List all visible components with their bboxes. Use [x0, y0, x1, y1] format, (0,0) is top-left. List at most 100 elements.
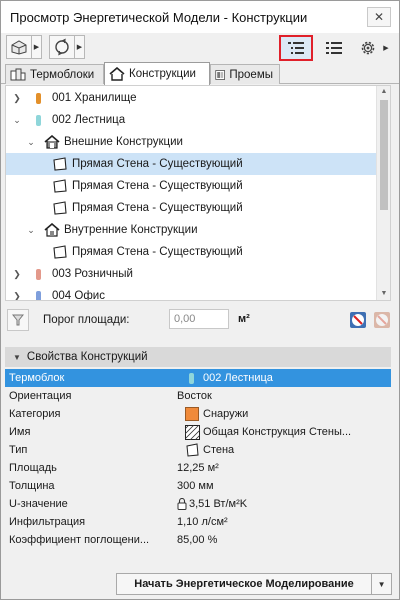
start-energy-simulation-button[interactable]: Начать Энергетическое Моделирование ▼ [116, 573, 392, 595]
tree-item-003[interactable]: ❯ 003 Розничный [6, 263, 376, 285]
properties-section-header[interactable]: ▼ Свойства Конструкций [5, 347, 391, 367]
tab-openings-label: Проемы [229, 68, 273, 81]
property-name: Категория [9, 408, 61, 420]
tab-constructions-label: Конструкции [129, 68, 196, 80]
property-value: 002 Лестница [203, 372, 273, 384]
tree-item-wall-selected[interactable]: Прямая Стена - Существующий [6, 153, 376, 175]
scroll-down-arrow[interactable]: ▼ [377, 288, 390, 300]
window-title: Просмотр Энергетической Модели - Констру… [10, 9, 308, 25]
start-energy-simulation-label: Начать Энергетическое Моделирование [134, 578, 354, 590]
property-name: Площадь [9, 462, 57, 474]
refresh-icon [55, 38, 69, 56]
property-row-category[interactable]: Категория Снаружи [5, 405, 391, 423]
tab-bar: Термоблоки Конструкции Проемы [1, 62, 399, 85]
tree-item-001[interactable]: ❯ 001 Хранилище [6, 87, 376, 109]
tree-item-002[interactable]: ⌄ 002 Лестница [6, 109, 376, 131]
palette-disabled-button[interactable] [371, 308, 393, 332]
thermoblock-icon [10, 68, 26, 80]
energy-model-window: Просмотр Энергетической Модели - Констру… [0, 0, 400, 600]
scrollbar-thumb[interactable] [380, 100, 388, 210]
model-view-button[interactable] [6, 35, 32, 59]
expand-chevron-icon[interactable]: ❯ [12, 269, 22, 280]
wall-icon [53, 245, 67, 259]
scroll-up-arrow[interactable]: ▲ [377, 86, 390, 98]
tree-item-label: Прямая Стена - Существующий [72, 158, 243, 170]
property-name: Тип [9, 444, 28, 456]
category-color-swatch [185, 407, 199, 421]
tab-thermoblocks-label: Термоблоки [30, 68, 95, 81]
property-name: Термоблок [9, 372, 65, 384]
property-name: Коэффициент поглощени... [9, 534, 150, 546]
area-threshold-input[interactable] [169, 309, 229, 329]
flat-list-view-button[interactable] [317, 35, 351, 61]
property-row-name[interactable]: Имя Общая Конструкция Стены... [5, 423, 391, 441]
zone-color-swatch [36, 268, 41, 280]
close-icon: ✕ [373, 10, 385, 24]
construction-icon [109, 67, 125, 81]
tree-item-label: Внешние Конструкции [64, 136, 183, 148]
tree-item-wall[interactable]: Прямая Стена - Существующий [6, 175, 376, 197]
property-name: Толщина [9, 480, 55, 492]
property-value: 300 мм [177, 480, 214, 492]
property-name: Инфильтрация [9, 516, 86, 528]
tab-constructions[interactable]: Конструкции [104, 62, 210, 85]
tree-item-label: Внутренние Конструкции [64, 224, 198, 236]
tree-item-wall[interactable]: Прямая Стена - Существующий [6, 241, 376, 263]
tree-item-interior[interactable]: ⌄ Внутренние Конструкции [6, 219, 376, 241]
property-value: 3,51 Вт/м²K [189, 498, 248, 510]
property-row-type[interactable]: Тип Стена [5, 441, 391, 459]
zone-color-swatch [36, 290, 41, 300]
expand-chevron-icon[interactable]: ❯ [12, 93, 22, 104]
settings-split-button[interactable]: ▶ [355, 36, 391, 60]
tab-openings[interactable]: Проемы [210, 64, 280, 84]
palette-icon [350, 312, 366, 328]
tree-list-icon [288, 42, 304, 54]
gear-icon [361, 41, 375, 55]
wall-icon [53, 157, 67, 171]
chevron-down-icon[interactable]: ▼ [371, 574, 391, 594]
refresh-split-button[interactable]: ▶ [49, 35, 85, 59]
tab-thermoblocks[interactable]: Термоблоки [5, 64, 104, 84]
property-row-infiltration[interactable]: Инфильтрация 1,10 л/см² [5, 513, 391, 531]
refresh-button[interactable] [49, 35, 75, 59]
collapse-chevron-icon[interactable]: ⌄ [12, 115, 22, 126]
filter-button[interactable] [7, 309, 29, 331]
property-value: 12,25 м² [177, 462, 219, 474]
tree-item-004[interactable]: ❯ 004 Офис [6, 285, 376, 301]
property-row-thermoblock[interactable]: Термоблок 002 Лестница [5, 369, 391, 387]
settings-dropdown-arrow[interactable]: ▶ [381, 36, 391, 60]
palette-disabled-icon [374, 312, 390, 328]
filter-icon [12, 314, 24, 326]
exterior-house-icon [44, 135, 60, 149]
refresh-dropdown-arrow[interactable]: ▶ [75, 35, 85, 59]
tree-item-label: Прямая Стена - Существующий [72, 246, 243, 258]
property-row-area[interactable]: Площадь 12,25 м² [5, 459, 391, 477]
property-row-orientation[interactable]: Ориентация Восток [5, 387, 391, 405]
property-value: Стена [203, 444, 235, 456]
property-row-u-value[interactable]: U-значение 3,51 Вт/м²K [5, 495, 391, 513]
model-view-dropdown-arrow[interactable]: ▶ [32, 35, 42, 59]
tree-item-label: 001 Хранилище [52, 92, 137, 104]
expand-chevron-icon[interactable]: ❯ [12, 291, 22, 301]
construction-tree: ❯ 001 Хранилище ⌄ 002 Лестница ⌄ Внешние… [5, 85, 391, 301]
collapse-triangle-icon: ▼ [13, 352, 21, 362]
properties-section-title: Свойства Конструкций [26, 351, 148, 363]
model-view-split-button[interactable]: ▶ [6, 35, 42, 59]
tree-item-wall[interactable]: Прямая Стена - Существующий [6, 197, 376, 219]
zone-color-swatch [189, 372, 194, 384]
tree-item-exterior[interactable]: ⌄ Внешние Конструкции [6, 131, 376, 153]
property-row-thickness[interactable]: Толщина 300 мм [5, 477, 391, 495]
collapse-chevron-icon[interactable]: ⌄ [26, 225, 36, 236]
collapse-chevron-icon[interactable]: ⌄ [26, 137, 36, 148]
close-button[interactable]: ✕ [367, 7, 391, 27]
tree-scrollbar[interactable]: ▲ ▼ [376, 86, 390, 300]
tree-view-button[interactable] [279, 35, 313, 61]
palette-button[interactable] [347, 308, 369, 332]
hatch-swatch-icon [185, 424, 200, 440]
tree-item-label: Прямая Стена - Существующий [72, 180, 243, 192]
property-row-absorption[interactable]: Коэффициент поглощени... 85,00 % [5, 531, 391, 549]
opening-icon [215, 69, 226, 80]
zone-color-swatch [36, 92, 41, 104]
model-view-icon [11, 40, 27, 55]
settings-button[interactable] [355, 36, 381, 60]
